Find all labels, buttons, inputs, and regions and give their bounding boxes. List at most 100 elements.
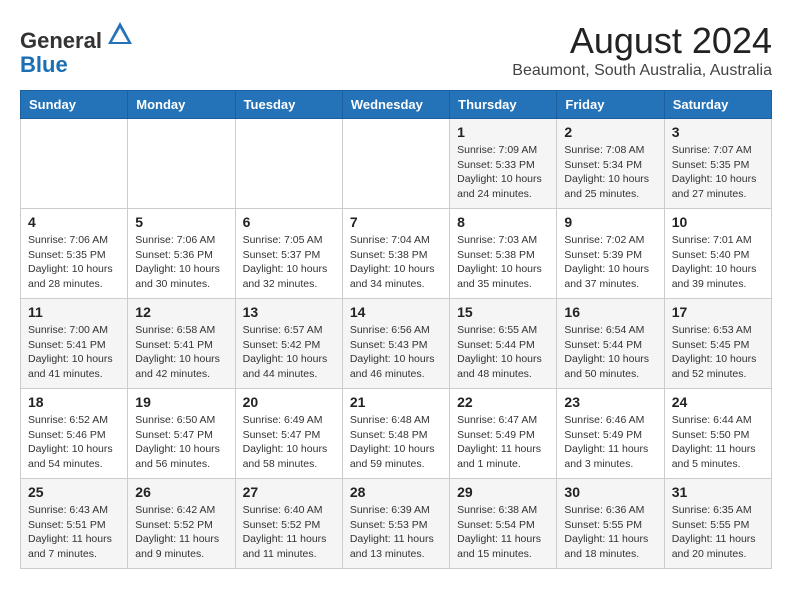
day-info: Sunrise: 6:47 AMSunset: 5:49 PMDaylight:… (457, 413, 549, 472)
day-cell: 23Sunrise: 6:46 AMSunset: 5:49 PMDayligh… (557, 389, 664, 479)
day-info: Sunrise: 7:01 AMSunset: 5:40 PMDaylight:… (672, 233, 764, 292)
week-row-1: 1Sunrise: 7:09 AMSunset: 5:33 PMDaylight… (21, 119, 772, 209)
day-number: 25 (28, 484, 120, 500)
day-info: Sunrise: 7:06 AMSunset: 5:36 PMDaylight:… (135, 233, 227, 292)
day-number: 3 (672, 124, 764, 140)
week-row-4: 18 Sunrise: 6:52 AMSunset: 5:46 PMDayligh… (21, 389, 772, 479)
week-row-3: 11 Sunrise: 7:00 AMSunset: 5:41 PMDayligh… (21, 299, 772, 389)
day-number: 7 (350, 214, 442, 230)
day-number: 10 (672, 214, 764, 230)
logo-icon (106, 20, 134, 48)
day-info: Sunrise: 6:56 AMSunset: 5:43 PMDaylight:… (350, 323, 442, 382)
week-row-2: 4Sunrise: 7:06 AMSunset: 5:35 PMDaylight… (21, 209, 772, 299)
day-cell: 2 Sunrise: 7:08 AMSunset: 5:34 PMDaylight… (557, 119, 664, 209)
day-number: 24 (672, 394, 764, 410)
day-number: 15 (457, 304, 549, 320)
weekday-header-thursday: Thursday (450, 91, 557, 119)
day-number: 16 (564, 304, 656, 320)
weekday-header-wednesday: Wednesday (342, 91, 449, 119)
day-number: 23 (564, 394, 656, 410)
day-info: Sunrise: 6:57 AMSunset: 5:42 PMDaylight:… (243, 323, 335, 382)
day-cell: 5Sunrise: 7:06 AMSunset: 5:36 PMDaylight… (128, 209, 235, 299)
day-number: 27 (243, 484, 335, 500)
day-info: Sunrise: 7:07 AMSunset: 5:35 PMDaylight:… (672, 143, 764, 202)
day-info: Sunrise: 6:53 AMSunset: 5:45 PMDaylight:… (672, 323, 764, 382)
day-cell: 11 Sunrise: 7:00 AMSunset: 5:41 PMDayligh… (21, 299, 128, 389)
weekday-header-saturday: Saturday (664, 91, 771, 119)
day-cell: 22 Sunrise: 6:47 AMSunset: 5:49 PMDayligh… (450, 389, 557, 479)
logo: General Blue (20, 20, 134, 77)
day-info: Sunrise: 6:54 AMSunset: 5:44 PMDaylight:… (564, 323, 656, 382)
day-number: 28 (350, 484, 442, 500)
day-info: Sunrise: 6:38 AMSunset: 5:54 PMDaylight:… (457, 503, 549, 562)
day-cell: 26 Sunrise: 6:42 AMSunset: 5:52 PMDayligh… (128, 479, 235, 569)
day-cell: 4Sunrise: 7:06 AMSunset: 5:35 PMDaylight… (21, 209, 128, 299)
day-cell (342, 119, 449, 209)
day-cell: 18 Sunrise: 6:52 AMSunset: 5:46 PMDayligh… (21, 389, 128, 479)
day-info: Sunrise: 7:03 AMSunset: 5:38 PMDaylight:… (457, 233, 549, 292)
day-number: 1 (457, 124, 549, 140)
day-cell: 24Sunrise: 6:44 AMSunset: 5:50 PMDayligh… (664, 389, 771, 479)
day-info: Sunrise: 6:39 AMSunset: 5:53 PMDaylight:… (350, 503, 442, 562)
day-info: Sunrise: 6:40 AMSunset: 5:52 PMDaylight:… (243, 503, 335, 562)
week-row-5: 25Sunrise: 6:43 AMSunset: 5:51 PMDayligh… (21, 479, 772, 569)
day-number: 29 (457, 484, 549, 500)
day-cell: 10 Sunrise: 7:01 AMSunset: 5:40 PMDayligh… (664, 209, 771, 299)
day-cell (128, 119, 235, 209)
calendar-table: SundayMondayTuesdayWednesdayThursdayFrid… (20, 90, 772, 569)
day-info: Sunrise: 6:48 AMSunset: 5:48 PMDaylight:… (350, 413, 442, 472)
day-cell: 31 Sunrise: 6:35 AMSunset: 5:55 PMDayligh… (664, 479, 771, 569)
day-cell: 19 Sunrise: 6:50 AMSunset: 5:47 PMDayligh… (128, 389, 235, 479)
weekday-header-tuesday: Tuesday (235, 91, 342, 119)
day-cell: 1Sunrise: 7:09 AMSunset: 5:33 PMDaylight… (450, 119, 557, 209)
day-number: 26 (135, 484, 227, 500)
day-cell: 9 Sunrise: 7:02 AMSunset: 5:39 PMDaylight… (557, 209, 664, 299)
day-info: Sunrise: 6:49 AMSunset: 5:47 PMDaylight:… (243, 413, 335, 472)
day-number: 20 (243, 394, 335, 410)
day-number: 30 (564, 484, 656, 500)
day-cell: 7 Sunrise: 7:04 AMSunset: 5:38 PMDaylight… (342, 209, 449, 299)
day-cell: 8 Sunrise: 7:03 AMSunset: 5:38 PMDaylight… (450, 209, 557, 299)
day-number: 2 (564, 124, 656, 140)
weekday-header-sunday: Sunday (21, 91, 128, 119)
day-number: 14 (350, 304, 442, 320)
day-number: 18 (28, 394, 120, 410)
day-number: 11 (28, 304, 120, 320)
day-cell (21, 119, 128, 209)
day-info: Sunrise: 6:50 AMSunset: 5:47 PMDaylight:… (135, 413, 227, 472)
day-info: Sunrise: 7:08 AMSunset: 5:34 PMDaylight:… (564, 143, 656, 202)
day-number: 21 (350, 394, 442, 410)
day-number: 12 (135, 304, 227, 320)
day-cell: 28 Sunrise: 6:39 AMSunset: 5:53 PMDayligh… (342, 479, 449, 569)
day-cell: 6Sunrise: 7:05 AMSunset: 5:37 PMDaylight… (235, 209, 342, 299)
logo-blue-text: Blue (20, 52, 68, 77)
title-block: August 2024 Beaumont, South Australia, A… (512, 20, 772, 80)
day-cell: 21 Sunrise: 6:48 AMSunset: 5:48 PMDayligh… (342, 389, 449, 479)
day-info: Sunrise: 6:52 AMSunset: 5:46 PMDaylight:… (28, 413, 120, 472)
day-info: Sunrise: 6:42 AMSunset: 5:52 PMDaylight:… (135, 503, 227, 562)
day-number: 31 (672, 484, 764, 500)
day-info: Sunrise: 7:06 AMSunset: 5:35 PMDaylight:… (28, 233, 120, 292)
day-number: 19 (135, 394, 227, 410)
day-number: 9 (564, 214, 656, 230)
day-info: Sunrise: 7:05 AMSunset: 5:37 PMDaylight:… (243, 233, 335, 292)
day-cell: 25Sunrise: 6:43 AMSunset: 5:51 PMDayligh… (21, 479, 128, 569)
weekday-header-monday: Monday (128, 91, 235, 119)
day-number: 8 (457, 214, 549, 230)
logo-general-text: General (20, 28, 102, 53)
day-cell (235, 119, 342, 209)
day-info: Sunrise: 7:04 AMSunset: 5:38 PMDaylight:… (350, 233, 442, 292)
day-cell: 3 Sunrise: 7:07 AMSunset: 5:35 PMDaylight… (664, 119, 771, 209)
day-cell: 13Sunrise: 6:57 AMSunset: 5:42 PMDayligh… (235, 299, 342, 389)
day-cell: 27 Sunrise: 6:40 AMSunset: 5:52 PMDayligh… (235, 479, 342, 569)
day-info: Sunrise: 7:00 AMSunset: 5:41 PMDaylight:… (28, 323, 120, 382)
day-info: Sunrise: 6:36 AMSunset: 5:55 PMDaylight:… (564, 503, 656, 562)
day-info: Sunrise: 7:02 AMSunset: 5:39 PMDaylight:… (564, 233, 656, 292)
page-header: General Blue August 2024 Beaumont, South… (20, 20, 772, 80)
day-cell: 14 Sunrise: 6:56 AMSunset: 5:43 PMDayligh… (342, 299, 449, 389)
day-cell: 17Sunrise: 6:53 AMSunset: 5:45 PMDayligh… (664, 299, 771, 389)
day-cell: 20 Sunrise: 6:49 AMSunset: 5:47 PMDayligh… (235, 389, 342, 479)
day-info: Sunrise: 6:35 AMSunset: 5:55 PMDaylight:… (672, 503, 764, 562)
day-number: 22 (457, 394, 549, 410)
day-cell: 29 Sunrise: 6:38 AMSunset: 5:54 PMDayligh… (450, 479, 557, 569)
